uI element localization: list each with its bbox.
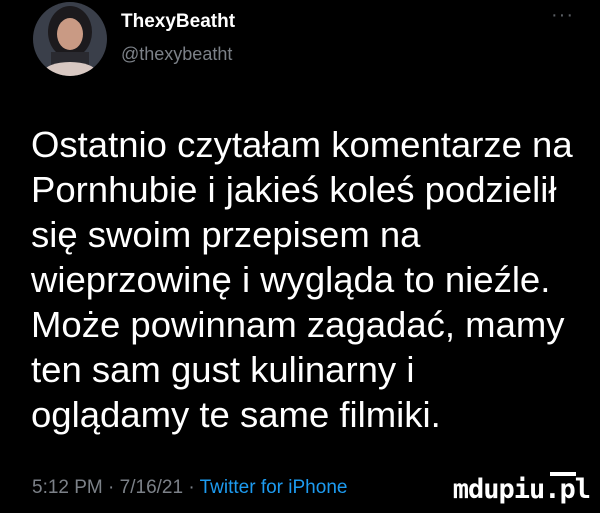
- more-horizontal-icon[interactable]: ···: [551, 4, 574, 27]
- tweet-line: oglądamy te same filmiki.: [31, 394, 441, 435]
- separator-dot: ·: [102, 477, 120, 498]
- avatar[interactable]: [33, 2, 107, 76]
- tweet-line: się swoim przepisem na: [31, 214, 421, 255]
- author-display-name[interactable]: ThexyBeatht: [121, 11, 235, 33]
- tweet-line: wieprzowinę i wygląda to nieźle.: [31, 259, 551, 300]
- separator-dot: ·: [183, 477, 200, 498]
- tweet-source-link[interactable]: Twitter for iPhone: [200, 477, 348, 498]
- tweet-line: Pornhubie i jakieś koleś podzielił: [31, 169, 557, 210]
- tweet-date[interactable]: 7/16/21: [120, 477, 183, 498]
- tweet-line: Ostatnio czytałam komentarze na: [31, 124, 573, 165]
- tweet-meta: 5:12 PM · 7/16/21 · Twitter for iPhone: [32, 477, 347, 499]
- tweet-line: ten sam gust kulinarny i: [31, 349, 415, 390]
- tweet-time[interactable]: 5:12 PM: [32, 477, 103, 498]
- tweet-text: Ostatnio czytałam komentarze na Pornhubi…: [31, 122, 583, 437]
- author-handle[interactable]: @thexybeatht: [121, 44, 232, 65]
- avatar-image: [33, 2, 107, 76]
- watermark: mdupiu.pl: [452, 474, 591, 505]
- tweet-line: Może powinnam zagadać, mamy: [31, 304, 565, 345]
